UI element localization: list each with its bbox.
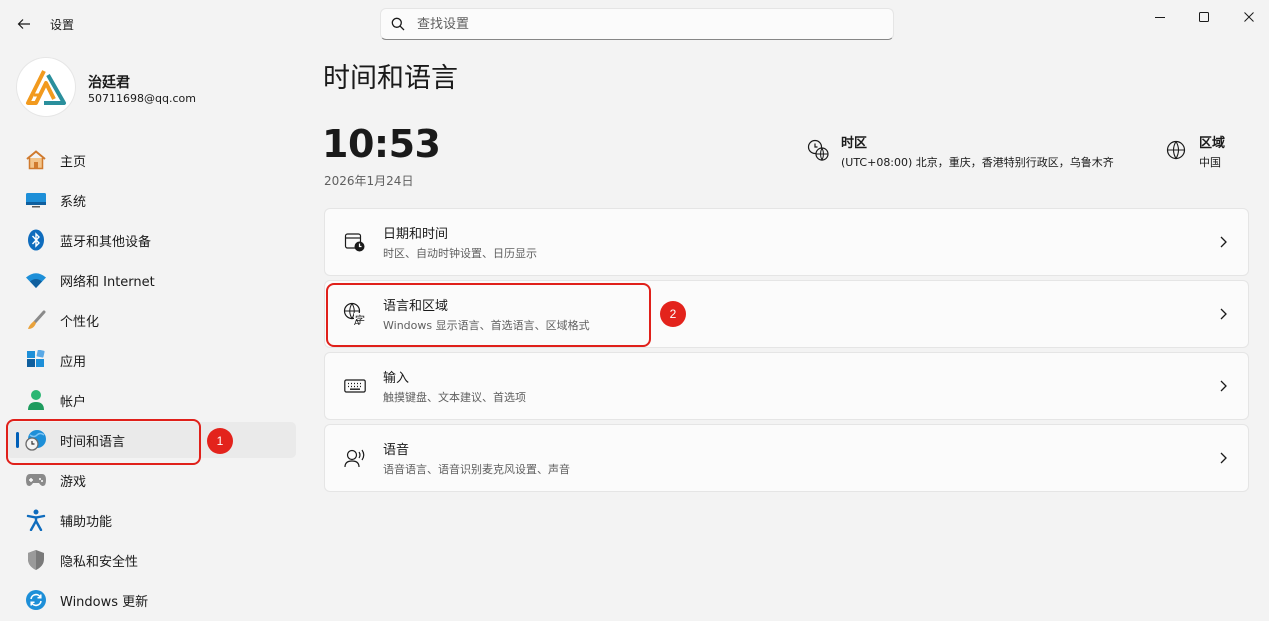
card-date-time[interactable]: 日期和时间 时区、自动时钟设置、日历显示 [324, 208, 1249, 276]
keyboard-icon [343, 374, 367, 398]
chevron-right-icon [1220, 236, 1227, 248]
user-email: 50711698@qq.com [88, 92, 196, 105]
nav-item-windows-update[interactable]: Windows 更新 [6, 582, 296, 618]
globe-icon [1163, 137, 1189, 163]
search-box[interactable] [380, 8, 894, 40]
back-button[interactable] [10, 10, 38, 38]
timezone-value: (UTC+08:00) 北京，重庆，香港特别行政区，乌鲁木齐 [841, 156, 1114, 169]
calendar-clock-icon [343, 230, 367, 254]
region-value: 中国 [1199, 156, 1221, 169]
logo-icon [26, 70, 66, 105]
nav-label: 游戏 [60, 474, 87, 490]
bluetooth-icon [24, 228, 48, 252]
current-date: 2026年1月24日 [324, 174, 414, 188]
nav-label: 系统 [60, 194, 87, 210]
speech-icon [343, 446, 367, 470]
timezone-title: 时区 [841, 136, 868, 151]
timezone-info[interactable]: 时区 (UTC+08:00) 北京，重庆，香港特别行政区，乌鲁木齐 [805, 132, 1114, 170]
annotation-highlight-card [326, 283, 651, 347]
card-title: 语音 [383, 443, 410, 458]
brush-icon [24, 308, 48, 332]
card-title: 输入 [383, 371, 410, 386]
annotation-badge-1: 1 [207, 428, 233, 454]
maximize-button[interactable] [1181, 4, 1227, 30]
nav-item-accounts[interactable]: 帐户 [6, 382, 296, 418]
card-subtitle: 语音语言、语音识别麦克风设置、声音 [383, 463, 570, 476]
home-icon [24, 148, 48, 172]
person-icon [24, 388, 48, 412]
sidebar-nav: 主页 系统 蓝牙和其他设备 网络和 Internet 个性化 应用 帐户 时间和… [6, 142, 296, 621]
title-bar: 设置 [0, 0, 1269, 48]
avatar[interactable] [17, 58, 75, 116]
search-icon [391, 17, 405, 31]
accessibility-icon [24, 508, 48, 532]
page-title: 时间和语言 [323, 63, 458, 94]
minimize-icon [1155, 17, 1165, 18]
nav-item-system[interactable]: 系统 [6, 182, 296, 218]
nav-item-home[interactable]: 主页 [6, 142, 296, 178]
chevron-right-icon [1220, 380, 1227, 392]
maximize-icon [1199, 12, 1209, 22]
card-title: 日期和时间 [383, 227, 449, 242]
card-subtitle: 触摸键盘、文本建议、首选项 [383, 391, 526, 404]
wifi-icon [24, 268, 48, 292]
update-icon [24, 588, 48, 612]
nav-label: 帐户 [60, 394, 87, 410]
nav-item-privacy[interactable]: 隐私和安全性 [6, 542, 296, 578]
card-typing[interactable]: 输入 触摸键盘、文本建议、首选项 [324, 352, 1249, 420]
apps-icon [24, 348, 48, 372]
nav-label: 辅助功能 [60, 514, 113, 530]
nav-item-personalization[interactable]: 个性化 [6, 302, 296, 338]
nav-item-gaming[interactable]: 游戏 [6, 462, 296, 498]
nav-label: Windows 更新 [60, 594, 149, 610]
card-speech[interactable]: 语音 语音语言、语音识别麦克风设置、声音 [324, 424, 1249, 492]
chevron-right-icon [1220, 308, 1227, 320]
nav-label: 蓝牙和其他设备 [60, 234, 152, 250]
annotation-badge-2: 2 [660, 301, 686, 327]
region-title: 区域 [1199, 136, 1226, 151]
current-time: 10:53 [322, 122, 441, 166]
nav-label: 个性化 [60, 314, 100, 330]
minimize-button[interactable] [1137, 4, 1183, 30]
nav-label: 应用 [60, 354, 87, 370]
nav-label: 主页 [60, 154, 87, 170]
chevron-right-icon [1220, 452, 1227, 464]
back-arrow-icon [17, 19, 30, 29]
shield-icon [24, 548, 48, 572]
nav-item-bluetooth[interactable]: 蓝牙和其他设备 [6, 222, 296, 258]
nav-label: 网络和 Internet [60, 274, 155, 290]
globe-clock-outline-icon [805, 137, 831, 163]
close-button[interactable] [1226, 4, 1269, 30]
monitor-icon [24, 188, 48, 212]
user-name: 治廷君 [88, 75, 130, 91]
nav-item-network[interactable]: 网络和 Internet [6, 262, 296, 298]
app-title: 设置 [50, 18, 75, 32]
nav-item-apps[interactable]: 应用 [6, 342, 296, 378]
gamepad-icon [24, 468, 48, 492]
region-info[interactable]: 区域 中国 [1163, 132, 1225, 170]
annotation-highlight-nav [6, 419, 201, 465]
nav-label: 隐私和安全性 [60, 554, 139, 570]
search-input[interactable] [417, 16, 857, 32]
nav-item-accessibility[interactable]: 辅助功能 [6, 502, 296, 538]
card-subtitle: 时区、自动时钟设置、日历显示 [383, 247, 537, 260]
close-icon [1244, 12, 1254, 22]
